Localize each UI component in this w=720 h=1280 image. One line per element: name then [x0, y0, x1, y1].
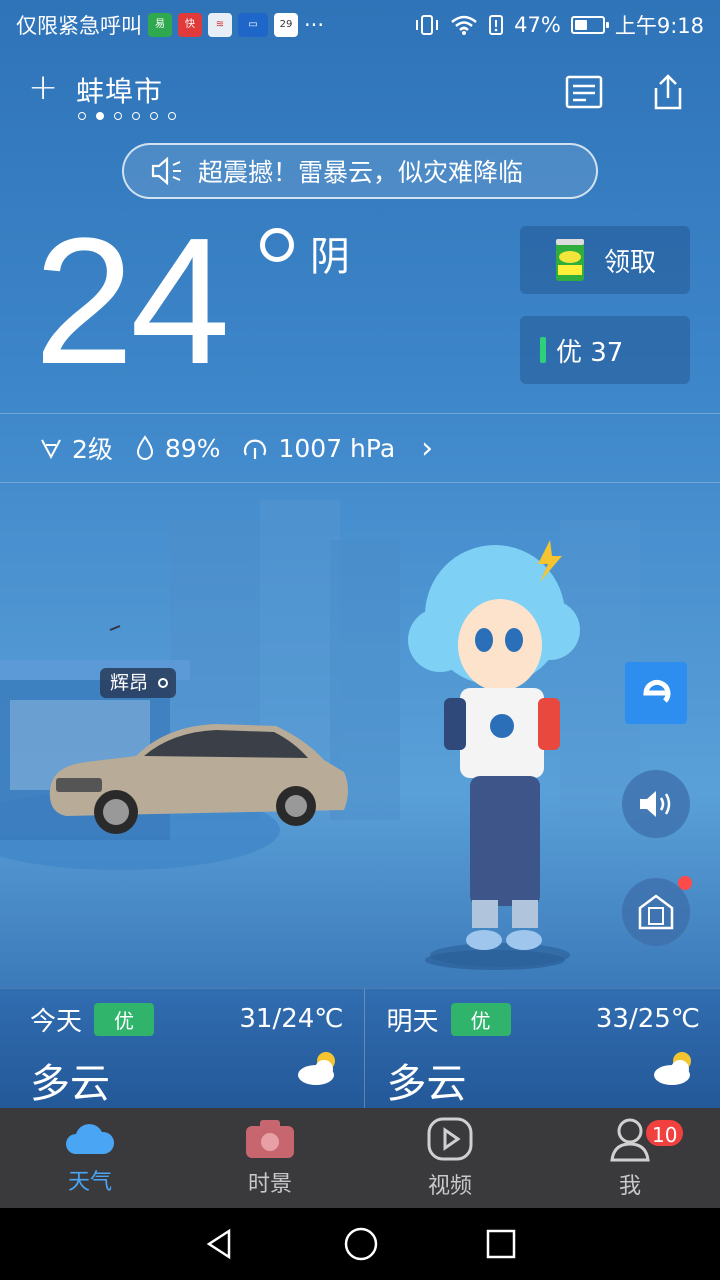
alert-text: 超震撼！雷暴云，似灾难降临 — [198, 158, 524, 187]
system-nav-bar — [0, 1208, 720, 1280]
play-icon — [427, 1117, 473, 1161]
tab-label: 我 — [618, 1174, 641, 1199]
pressure-value: 1007 hPa — [278, 433, 396, 463]
tab-me[interactable]: 我 10 — [540, 1108, 720, 1208]
bottom-tab-bar: 天气 时景 视频 我 10 — [0, 1108, 720, 1208]
humidity-icon — [136, 435, 153, 460]
aqi-card[interactable]: 优 37 — [520, 316, 690, 384]
vibrate-icon — [416, 15, 439, 35]
e-app-button[interactable] — [625, 662, 687, 724]
speaker-icon — [151, 156, 181, 186]
page-dot — [132, 112, 140, 120]
voice-broadcast-button[interactable] — [622, 770, 690, 838]
tab-label: 时景 — [247, 1172, 292, 1197]
app-car-icon: ▭ — [238, 13, 268, 37]
back-icon[interactable] — [203, 1227, 237, 1261]
sim-alert-icon — [489, 15, 504, 35]
app-train-icon: ≋ — [208, 13, 232, 37]
calendar-icon: 29 — [274, 13, 298, 37]
share-icon[interactable] — [648, 72, 688, 112]
partly-cloudy-icon — [654, 1052, 691, 1085]
notification-dot — [678, 876, 692, 890]
camera-icon — [246, 1120, 294, 1158]
e-logo-icon — [643, 680, 671, 703]
drink-can-icon — [556, 239, 584, 281]
wifi-icon — [451, 15, 477, 35]
car-label-tag[interactable]: 辉昂 — [100, 668, 177, 698]
forecast-day: 明天 — [386, 1006, 439, 1037]
degree-symbol — [260, 228, 294, 262]
battery-percent: 47% — [514, 13, 561, 37]
forecast-today[interactable]: 今天 优 31/24℃ 多云 — [0, 989, 364, 1108]
pressure-icon — [244, 439, 267, 459]
temperature-range: 33/25℃ — [595, 1004, 700, 1034]
battery-icon — [570, 16, 609, 34]
humidity-value: 89% — [164, 433, 221, 463]
forecast-panel: 今天 优 31/24℃ 多云 明天 优 33/25℃ 多云 — [0, 988, 720, 1108]
house-icon — [638, 894, 674, 930]
page-dot — [96, 112, 104, 120]
recents-icon[interactable] — [485, 1228, 517, 1260]
current-condition: 阴 — [310, 234, 350, 280]
current-temperature: 24 — [34, 201, 230, 402]
car-label-dot — [158, 678, 169, 688]
house-buy-button[interactable] — [622, 876, 692, 946]
page-indicator — [78, 112, 176, 120]
wind-icon — [41, 439, 61, 459]
weather-alert-banner[interactable]: 超震撼！雷暴云，似灾难降临 — [122, 143, 598, 199]
unread-badge: 10 — [644, 1118, 686, 1148]
car-image[interactable] — [46, 720, 350, 840]
city-name[interactable]: 蚌埠市 — [76, 70, 163, 110]
battery-level-fill — [574, 20, 587, 30]
status-bar: 仅限紧急呼叫 易 快 ≋ ▭ 29 ··· 47% 上午9:18 — [0, 0, 720, 50]
add-city-button[interactable]: + — [28, 70, 58, 106]
chevron-right-icon: › — [421, 430, 434, 466]
cloud-icon — [66, 1124, 115, 1154]
notification-text: 仅限紧急呼叫 — [16, 14, 142, 38]
tab-weather[interactable]: 天气 — [0, 1108, 180, 1208]
page-dot — [78, 112, 86, 120]
gift-label: 领取 — [604, 247, 657, 278]
gift-card-button[interactable]: 领取 — [520, 226, 690, 294]
temperature-range: 31/24℃ — [239, 1004, 344, 1034]
wind-level: 2级 — [72, 435, 113, 464]
car-label-text: 辉昂 — [110, 672, 149, 694]
app-red-icon: 快 — [178, 13, 202, 37]
partly-cloudy-icon — [297, 1052, 335, 1085]
weather-stats-row[interactable]: 2级 89% 1007 hPa › — [0, 413, 720, 483]
forecast-tomorrow[interactable]: 明天 优 33/25℃ 多云 — [363, 989, 720, 1108]
page-dot — [168, 112, 176, 120]
volume-icon — [640, 791, 671, 817]
page-dot — [150, 112, 158, 120]
tab-scene[interactable]: 时景 — [180, 1108, 360, 1208]
aqi-badge: 优 — [450, 1002, 511, 1036]
tab-label: 天气 — [67, 1170, 112, 1195]
aqi-badge: 优 — [94, 1002, 155, 1036]
list-icon[interactable] — [564, 72, 604, 112]
more-notifications-icon: ··· — [304, 13, 325, 37]
aqi-level-bar — [540, 337, 546, 363]
tab-video[interactable]: 视频 — [360, 1108, 540, 1208]
home-icon[interactable] — [343, 1226, 379, 1262]
cartoon-character[interactable] — [400, 530, 590, 970]
clock: 上午9:18 — [614, 14, 704, 38]
app-green-icon: 易 — [148, 13, 172, 37]
aqi-label: 优 37 — [556, 337, 624, 368]
page-dot — [114, 112, 122, 120]
forecast-day: 今天 — [30, 1006, 83, 1037]
tab-label: 视频 — [427, 1174, 472, 1199]
header: + 蚌埠市 — [28, 64, 692, 124]
